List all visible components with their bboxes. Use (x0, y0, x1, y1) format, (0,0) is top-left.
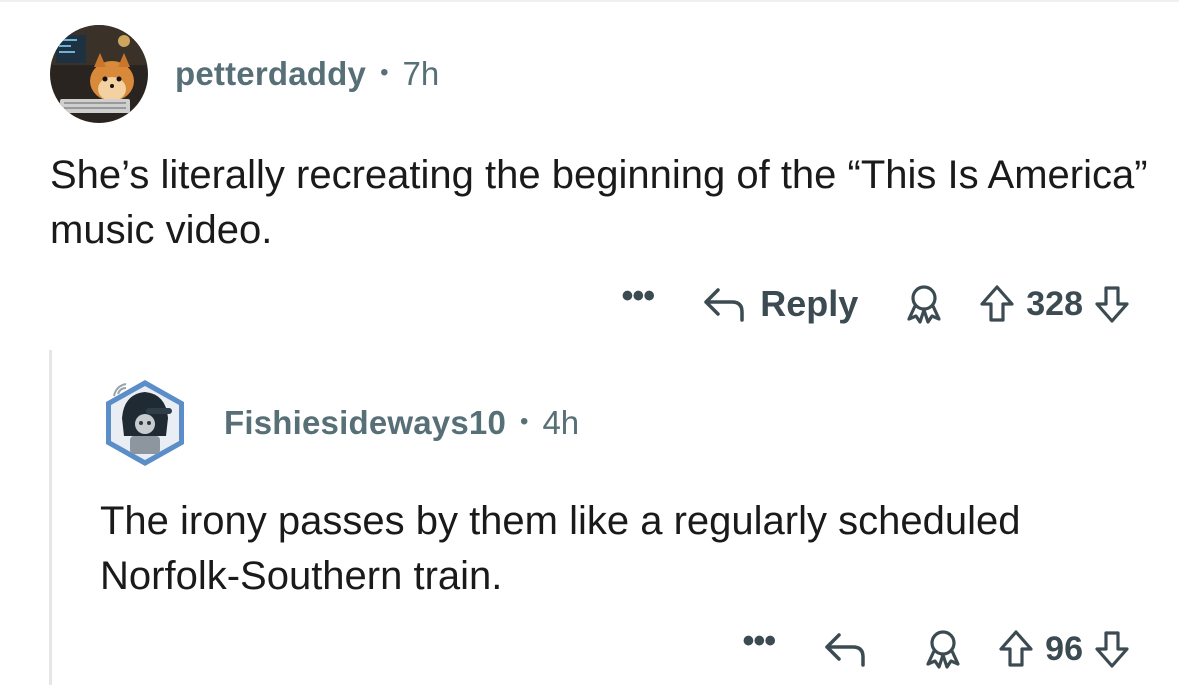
comment-action-bar: ••• Reply 328 (622, 277, 1132, 331)
award-icon (904, 283, 944, 325)
vote-group: 328 (978, 283, 1131, 325)
upvote-arrow-icon[interactable] (997, 628, 1035, 670)
author-name[interactable]: petterdaddy (175, 55, 366, 93)
vote-count: 328 (1026, 284, 1083, 323)
comment-header: Fishiesideways10 • 4h (100, 378, 579, 468)
award-icon (923, 628, 963, 670)
vote-group: 96 (997, 628, 1131, 670)
comment-age: 7h (402, 55, 440, 92)
comment-action-bar: ••• 96 (742, 622, 1131, 676)
upvote-arrow-icon[interactable] (978, 283, 1016, 325)
reply-label: Reply (760, 283, 859, 324)
comment-age: 4h (542, 404, 580, 441)
more-options-button[interactable]: ••• (742, 622, 776, 661)
more-options-button[interactable]: ••• (622, 277, 656, 316)
pomeranian-dog-avatar-icon (50, 25, 148, 123)
award-button[interactable] (904, 283, 944, 325)
top-divider (0, 0, 1179, 2)
avatar[interactable] (100, 378, 190, 468)
thread-line[interactable] (49, 350, 52, 685)
author-name[interactable]: Fishiesideways10 (224, 404, 506, 442)
comment-body: The irony passes by them like a regularl… (100, 499, 1021, 598)
award-button[interactable] (923, 628, 963, 670)
meta-separator: • (380, 59, 389, 86)
downvote-arrow-icon[interactable] (1093, 283, 1131, 325)
comment-body: She’s literally recreating the beginning… (50, 153, 1148, 252)
reply-button[interactable] (823, 629, 869, 669)
reply-button[interactable]: Reply (702, 283, 858, 325)
downvote-arrow-icon[interactable] (1093, 628, 1131, 670)
meta-separator: • (520, 408, 529, 435)
comment-header: petterdaddy • 7h (50, 24, 439, 124)
reply-arrow-icon (702, 284, 748, 324)
reply-arrow-icon (823, 629, 869, 669)
vote-count: 96 (1045, 629, 1083, 668)
avatar[interactable] (50, 25, 148, 123)
hooded-character-avatar-icon (106, 380, 184, 466)
